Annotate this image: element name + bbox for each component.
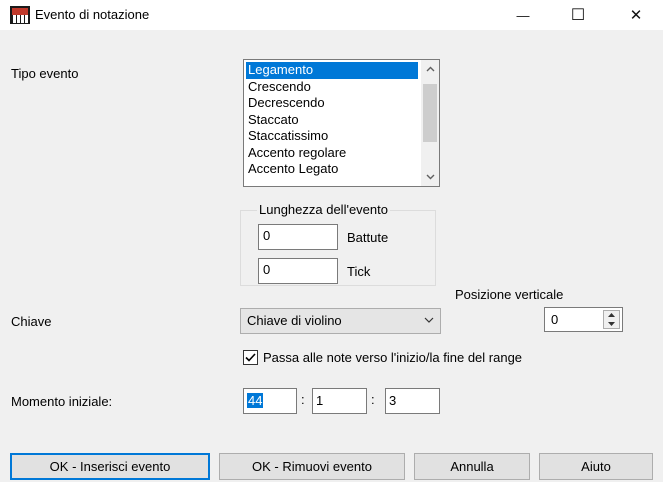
time-separator: : xyxy=(301,392,305,407)
scroll-thumb[interactable] xyxy=(423,84,437,142)
cancel-button[interactable]: Annulla xyxy=(414,453,530,480)
triangle-up-icon xyxy=(608,313,615,317)
window-title: Evento di notazione xyxy=(35,7,150,22)
checkmark-icon xyxy=(245,353,256,362)
spin-up-button[interactable] xyxy=(604,311,619,319)
scroll-up-button[interactable] xyxy=(421,60,439,78)
ticks-label: Tick xyxy=(347,264,371,279)
chevron-up-icon xyxy=(426,66,434,72)
clef-label: Chiave xyxy=(11,314,52,329)
list-scrollbar[interactable] xyxy=(421,60,439,186)
spinner-buttons xyxy=(603,310,620,329)
vertical-position-spinner[interactable]: 0 xyxy=(544,307,623,332)
list-item-staccatissimo[interactable]: Staccatissimo xyxy=(246,128,418,145)
vertical-position-label: Posizione verticale xyxy=(455,287,564,302)
scroll-down-button[interactable] xyxy=(421,168,439,186)
range-checkbox-label[interactable]: Passa alle note verso l'inizio/la fine d… xyxy=(263,350,522,365)
chevron-down-icon xyxy=(426,174,434,180)
clef-selected-value: Chiave di violino xyxy=(247,313,342,328)
range-checkbox[interactable] xyxy=(243,350,258,365)
triangle-down-icon xyxy=(608,322,615,326)
list-item-accento-regolare[interactable]: Accento regolare xyxy=(246,145,418,162)
start-tick-input[interactable]: 3 xyxy=(385,388,440,414)
remove-event-button[interactable]: OK - Rimuovi evento xyxy=(219,453,405,480)
title-bar: Evento di notazione — ☐ ✕ xyxy=(0,0,663,30)
minimize-button[interactable]: — xyxy=(500,0,546,30)
start-bar-input[interactable]: 44 xyxy=(243,388,297,414)
event-length-legend: Lunghezza dell'evento xyxy=(257,202,390,217)
insert-event-button[interactable]: OK - Inserisci evento xyxy=(10,453,210,480)
close-button[interactable]: ✕ xyxy=(613,0,659,30)
start-beat-input[interactable]: 1 xyxy=(312,388,367,414)
bars-label: Battute xyxy=(347,230,389,245)
vertical-position-value: 0 xyxy=(551,312,559,327)
bars-input[interactable]: 0 xyxy=(258,224,338,250)
maximize-button[interactable]: ☐ xyxy=(555,0,601,30)
list-item-accento-legato[interactable]: Accento Legato xyxy=(246,161,418,178)
help-button[interactable]: Aiuto xyxy=(539,453,653,480)
event-type-label: Tipo evento xyxy=(11,66,79,81)
start-bar-value: 44 xyxy=(247,393,264,408)
list-item-crescendo[interactable]: Crescendo xyxy=(246,79,418,96)
clef-dropdown[interactable]: Chiave di violino xyxy=(240,308,441,334)
list-item-legamento[interactable]: Legamento xyxy=(246,62,418,79)
app-piano-icon xyxy=(10,6,30,24)
ticks-input[interactable]: 0 xyxy=(258,258,338,284)
chevron-down-icon xyxy=(424,317,434,323)
time-separator: : xyxy=(371,392,375,407)
maximize-icon: ☐ xyxy=(570,7,586,24)
list-item-staccato[interactable]: Staccato xyxy=(246,112,418,129)
event-type-list: Legamento Crescendo Decrescendo Staccato… xyxy=(246,62,418,178)
minimize-icon: — xyxy=(516,7,530,23)
close-icon: ✕ xyxy=(629,7,643,24)
start-time-label: Momento iniziale: xyxy=(11,394,113,409)
event-type-listbox[interactable]: Legamento Crescendo Decrescendo Staccato… xyxy=(243,59,440,187)
list-item-decrescendo[interactable]: Decrescendo xyxy=(246,95,418,112)
spin-down-button[interactable] xyxy=(604,320,619,328)
